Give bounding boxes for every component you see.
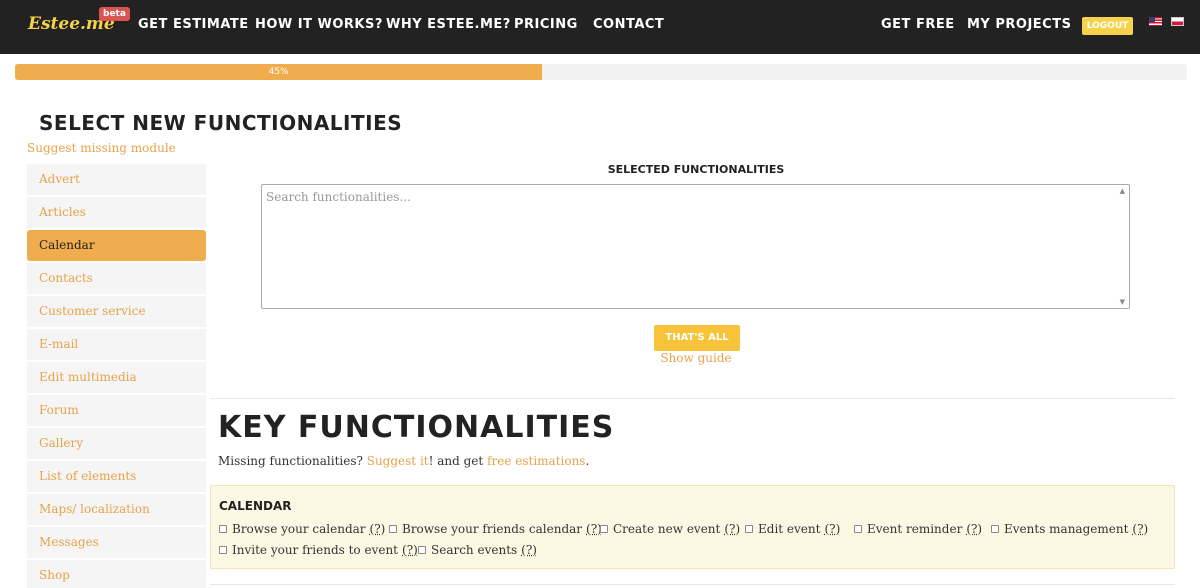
calendar-section-title: CALENDAR [219,499,292,513]
scroll-down-arrow-icon[interactable]: ▼ [1120,298,1125,306]
beta-badge: beta [99,7,130,21]
help-icon[interactable]: (?) [521,543,537,557]
sidebar-item-contacts[interactable]: Contacts [27,263,206,294]
sidebar-item-gallery[interactable]: Gallery [27,428,206,459]
sidebar-item-customer-service[interactable]: Customer service [27,296,206,327]
module-sidebar: Advert Articles Calendar Contacts Customer s… [27,164,206,588]
nav-contact[interactable]: CONTACT [593,17,664,32]
function-label: Browse your calendar [232,522,366,536]
function-option[interactable]: Search events (?) [418,543,537,557]
nav-pricing[interactable]: PRICING [514,17,578,32]
sidebar-item-shop[interactable]: Shop [27,560,206,588]
sidebar-item-messages[interactable]: Messages [27,527,206,558]
function-checkbox[interactable] [600,525,608,533]
nav-why-estee[interactable]: WHY ESTEE.ME? [386,17,511,32]
sidebar-item-articles[interactable]: Articles [27,197,206,228]
show-guide-link[interactable]: Show guide [262,351,1130,365]
page-title: SELECT NEW FUNCTIONALITIES [39,111,403,135]
sidebar-item-e-mail[interactable]: E-mail [27,329,206,360]
help-icon[interactable]: (?) [824,522,840,536]
function-checkbox[interactable] [854,525,862,533]
function-checkbox[interactable] [219,546,227,554]
function-label: Events management [1004,522,1129,536]
function-option[interactable]: Events management (?) [991,522,1148,536]
function-label: Browse your friends calendar [402,522,583,536]
missing-suffix: . [585,454,590,468]
function-option[interactable]: Invite your friends to event (?) [219,543,418,557]
function-checkbox[interactable] [745,525,753,533]
suggest-it-link[interactable]: Suggest it [367,454,429,468]
nav-get-free[interactable]: GET FREE [881,17,955,32]
nav-get-estimate[interactable]: GET ESTIMATE [138,17,249,32]
help-icon[interactable]: (?) [1132,522,1148,536]
function-option[interactable]: Create new event (?) [600,522,740,536]
divider [210,584,1175,585]
us-flag-icon[interactable] [1149,17,1162,26]
function-label: Create new event [613,522,721,536]
function-checkbox[interactable] [418,546,426,554]
sidebar-item-forum[interactable]: Forum [27,395,206,426]
selected-functionalities-box[interactable]: Search functionalities... ▲ ▼ [261,184,1130,309]
sidebar-item-maps-localization[interactable]: Maps/ localization [27,494,206,525]
sidebar-item-edit-multimedia[interactable]: Edit multimedia [27,362,206,393]
top-navbar: Estee.me beta GET ESTIMATE HOW IT WORKS?… [0,0,1200,54]
function-option[interactable]: Browse your friends calendar (?) [389,522,602,536]
help-icon[interactable]: (?) [724,522,740,536]
function-checkbox[interactable] [991,525,999,533]
progress-fill: 45% [15,64,543,80]
calendar-functions-panel: CALENDAR Browse your calendar (?) Browse y… [210,485,1175,569]
suggest-missing-module-link[interactable]: Suggest missing module [27,141,176,155]
missing-middle: ! and get [428,454,488,468]
function-option[interactable]: Browse your calendar (?) [219,522,385,536]
sidebar-item-calendar[interactable]: Calendar [27,230,206,261]
sidebar-item-list-of-elements[interactable]: List of elements [27,461,206,492]
nav-my-projects[interactable]: MY PROJECTS [967,17,1071,32]
logout-button[interactable]: LOGOUT [1082,17,1133,35]
function-label: Event reminder [867,522,963,536]
missing-functionalities-text: Missing functionalities? Suggest it! and… [218,454,589,468]
divider [210,398,1175,399]
help-icon[interactable]: (?) [402,543,418,557]
nav-how-it-works[interactable]: HOW IT WORKS? [255,17,383,32]
function-label: Edit event [758,522,821,536]
missing-prefix: Missing functionalities? [218,454,367,468]
progress-bar: 45% [15,64,1187,80]
pl-flag-icon[interactable] [1171,17,1184,26]
function-label: Search events [431,543,518,557]
free-estimations-link[interactable]: free estimations [487,454,585,468]
thats-all-button[interactable]: THAT'S ALL [654,325,740,351]
help-icon[interactable]: (?) [370,522,386,536]
function-option[interactable]: Edit event (?) [745,522,840,536]
function-label: Invite your friends to event [232,543,399,557]
function-option[interactable]: Event reminder (?) [854,522,982,536]
selected-functionalities-title: SELECTED FUNCTIONALITIES [607,163,785,176]
key-functionalities-title: KEY FUNCTIONALITIES [218,410,615,445]
help-icon[interactable]: (?) [966,522,982,536]
function-checkbox[interactable] [389,525,397,533]
search-functionalities-input[interactable]: Search functionalities... [266,190,411,204]
sidebar-item-advert[interactable]: Advert [27,164,206,195]
scroll-up-arrow-icon[interactable]: ▲ [1120,187,1125,195]
function-checkbox[interactable] [219,525,227,533]
